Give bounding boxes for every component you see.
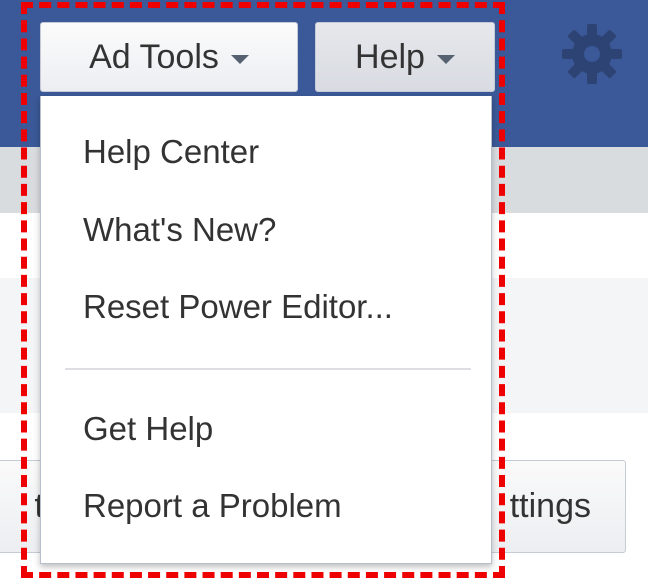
- menu-item-get-help[interactable]: Get Help: [41, 399, 491, 459]
- menu-item-reset-power-editor[interactable]: Reset Power Editor...: [41, 277, 491, 337]
- menu-item-label: Reset Power Editor...: [83, 288, 393, 325]
- menu-item-label: Report a Problem: [83, 487, 342, 524]
- chevron-down-icon: [230, 54, 249, 64]
- menu-item-whats-new[interactable]: What's New?: [41, 200, 491, 260]
- help-button[interactable]: Help: [315, 22, 495, 92]
- help-label: Help: [355, 37, 425, 76]
- ad-tools-button[interactable]: Ad Tools: [40, 22, 298, 92]
- menu-item-label: Get Help: [83, 410, 214, 447]
- help-dropdown-menu: Help Center What's New? Reset Power Edit…: [40, 96, 492, 564]
- settings-button-label: ttings: [509, 487, 591, 525]
- menu-item-label: What's New?: [83, 211, 277, 248]
- menu-item-help-center[interactable]: Help Center: [41, 122, 491, 182]
- settings-button[interactable]: ttings: [470, 460, 626, 553]
- menu-divider: [65, 368, 471, 370]
- gear-icon[interactable]: [560, 22, 624, 86]
- menu-item-report-a-problem[interactable]: Report a Problem: [41, 476, 491, 536]
- ad-tools-label: Ad Tools: [89, 37, 219, 76]
- menu-item-label: Help Center: [83, 133, 260, 170]
- chevron-down-icon: [436, 54, 455, 64]
